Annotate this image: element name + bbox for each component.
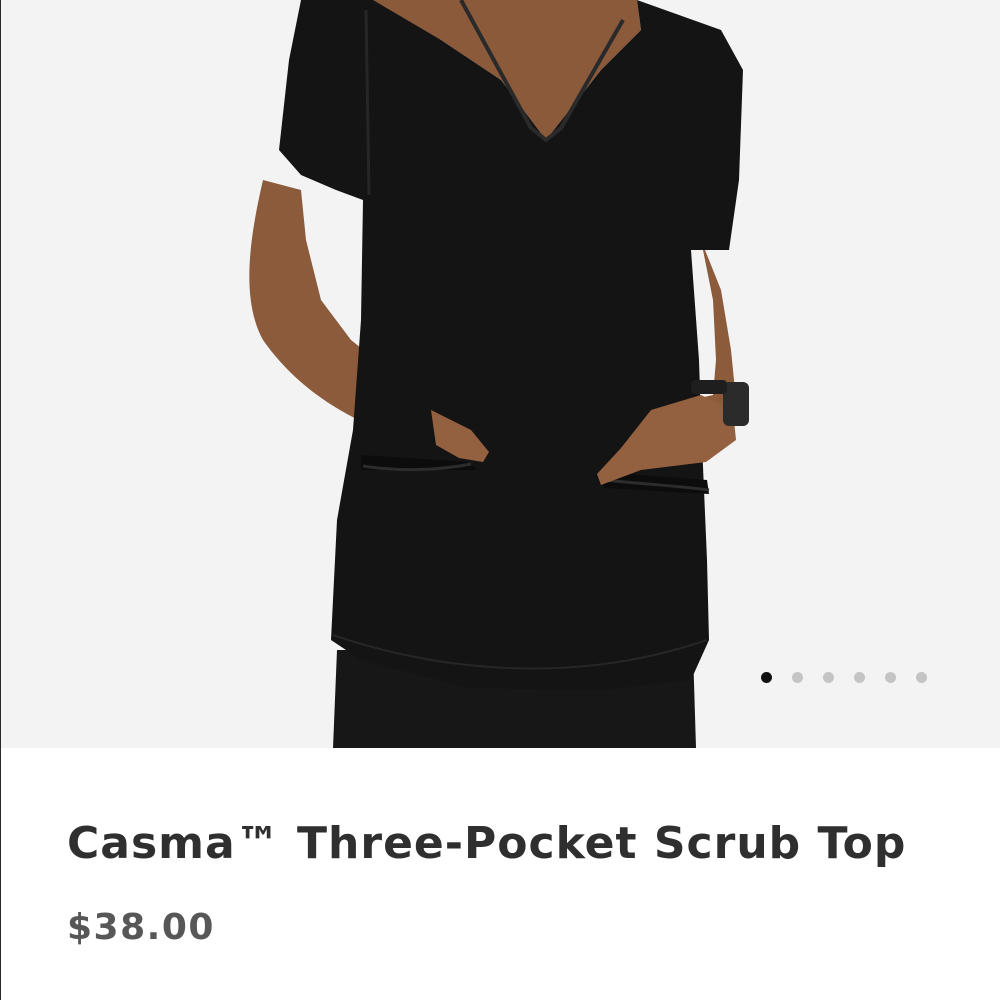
carousel-dot-4[interactable] <box>854 672 865 683</box>
carousel-dot-3[interactable] <box>823 672 834 683</box>
carousel-dot-2[interactable] <box>792 672 803 683</box>
carousel-dots <box>761 672 927 683</box>
product-image-gallery[interactable] <box>1 0 1000 748</box>
carousel-dot-5[interactable] <box>885 672 896 683</box>
product-title: Casma™ Three-Pocket Scrub Top <box>67 818 907 869</box>
product-photo <box>249 0 749 748</box>
product-page: Casma™ Three-Pocket Scrub Top $38.00 <box>0 0 1000 1000</box>
product-price: $38.00 <box>67 907 215 948</box>
carousel-dot-1[interactable] <box>761 672 772 683</box>
carousel-dot-6[interactable] <box>916 672 927 683</box>
